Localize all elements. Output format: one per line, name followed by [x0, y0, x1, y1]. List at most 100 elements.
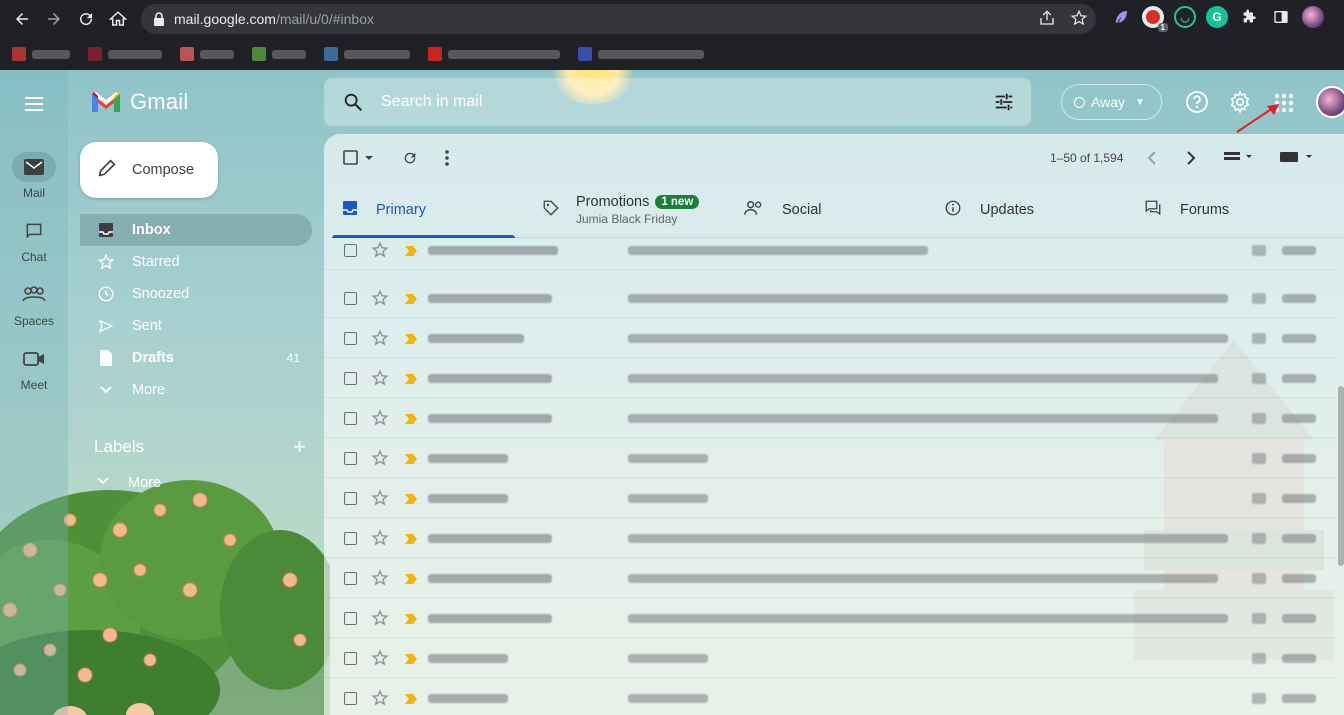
important-marker-icon[interactable]: [404, 492, 418, 510]
row-checkbox[interactable]: [344, 452, 357, 465]
important-marker-icon[interactable]: [404, 412, 418, 430]
chevron-right-icon[interactable]: [1186, 150, 1196, 171]
bookmark-item[interactable]: [428, 47, 560, 61]
star-icon[interactable]: [371, 241, 389, 264]
important-marker-icon[interactable]: [404, 244, 418, 262]
row-checkbox[interactable]: [344, 244, 357, 257]
email-row[interactable]: [324, 230, 1336, 270]
star-icon[interactable]: [371, 529, 389, 552]
email-row[interactable]: [324, 678, 1336, 715]
nav-inbox[interactable]: Inbox: [80, 214, 312, 246]
nav-more[interactable]: More: [80, 374, 312, 406]
profile-avatar-icon[interactable]: [1302, 6, 1324, 28]
nav-drafts[interactable]: Drafts 41: [80, 342, 312, 374]
row-checkbox[interactable]: [344, 372, 357, 385]
important-marker-icon[interactable]: [404, 372, 418, 390]
adblock-extension-icon[interactable]: 1: [1142, 6, 1168, 32]
gmail-logo[interactable]: Gmail: [90, 89, 188, 115]
important-marker-icon[interactable]: [404, 692, 418, 710]
star-icon[interactable]: [371, 649, 389, 672]
rail-chat[interactable]: Chat: [0, 216, 68, 264]
more-vert-icon[interactable]: [444, 150, 450, 171]
star-icon[interactable]: [371, 409, 389, 432]
select-all-checkbox[interactable]: [343, 150, 375, 171]
address-bar[interactable]: mail.google.com/mail/u/0/#inbox: [141, 4, 1096, 34]
bookmark-item[interactable]: [324, 47, 410, 61]
home-icon[interactable]: [102, 3, 134, 35]
add-label-icon[interactable]: +: [293, 434, 306, 460]
scrollbar[interactable]: [1338, 386, 1344, 566]
bookmark-star-icon[interactable]: [1070, 9, 1088, 32]
help-icon[interactable]: [1185, 90, 1209, 119]
account-avatar[interactable]: [1316, 86, 1344, 118]
important-marker-icon[interactable]: [404, 452, 418, 470]
email-row[interactable]: [324, 518, 1336, 558]
row-checkbox[interactable]: [344, 612, 357, 625]
row-checkbox[interactable]: [344, 292, 357, 305]
bookmark-item[interactable]: [12, 47, 70, 61]
puzzle-extensions-icon[interactable]: [1238, 6, 1260, 28]
rail-spaces[interactable]: Spaces: [0, 280, 68, 328]
bookmark-item[interactable]: [578, 47, 704, 61]
bookmark-item[interactable]: [88, 47, 162, 61]
smiley-extension-icon[interactable]: ◡: [1174, 6, 1196, 28]
row-checkbox[interactable]: [344, 572, 357, 585]
email-row[interactable]: [324, 358, 1336, 398]
sidepanel-icon[interactable]: [1270, 6, 1292, 28]
search-input[interactable]: Search in mail: [381, 93, 482, 111]
refresh-icon[interactable]: [402, 150, 418, 171]
feather-extension-icon[interactable]: [1110, 6, 1132, 28]
row-checkbox[interactable]: [344, 492, 357, 505]
email-row[interactable]: [324, 638, 1336, 678]
compose-button[interactable]: Compose: [80, 142, 218, 198]
search-icon[interactable]: [342, 91, 364, 118]
nav-snoozed[interactable]: Snoozed: [80, 278, 312, 310]
important-marker-icon[interactable]: [404, 612, 418, 630]
row-checkbox[interactable]: [344, 692, 357, 705]
share-icon[interactable]: [1038, 9, 1056, 32]
star-icon[interactable]: [371, 369, 389, 392]
star-icon[interactable]: [371, 489, 389, 512]
star-icon[interactable]: [371, 569, 389, 592]
search-options-icon[interactable]: [993, 91, 1015, 118]
email-row[interactable]: [324, 398, 1336, 438]
email-row[interactable]: [324, 438, 1336, 478]
important-marker-icon[interactable]: [404, 332, 418, 350]
important-marker-icon[interactable]: [404, 532, 418, 550]
star-icon[interactable]: [371, 609, 389, 632]
labels-more[interactable]: More: [96, 474, 161, 492]
row-checkbox[interactable]: [344, 652, 357, 665]
important-marker-icon[interactable]: [404, 652, 418, 670]
density-icon[interactable]: [1223, 150, 1253, 169]
row-checkbox[interactable]: [344, 412, 357, 425]
chevron-left-icon[interactable]: [1147, 150, 1157, 171]
tag-icon: [542, 199, 560, 221]
star-icon[interactable]: [371, 329, 389, 352]
email-row[interactable]: [324, 598, 1336, 638]
email-row[interactable]: [324, 558, 1336, 598]
back-icon[interactable]: [6, 3, 38, 35]
bookmark-item[interactable]: [252, 47, 306, 61]
email-row[interactable]: [324, 278, 1336, 318]
row-checkbox[interactable]: [344, 532, 357, 545]
main-menu-icon[interactable]: [22, 92, 46, 121]
grammarly-extension-icon[interactable]: G: [1206, 6, 1228, 28]
email-row[interactable]: [324, 478, 1336, 518]
nav-starred[interactable]: Starred: [80, 246, 312, 278]
keyboard-icon[interactable]: [1279, 150, 1315, 169]
star-icon[interactable]: [371, 289, 389, 312]
status-selector[interactable]: Away ▼: [1061, 84, 1162, 120]
important-marker-icon[interactable]: [404, 572, 418, 590]
star-icon[interactable]: [371, 689, 389, 712]
bookmark-item[interactable]: [180, 47, 234, 61]
rail-mail[interactable]: Mail: [0, 152, 68, 200]
forward-icon[interactable]: [38, 3, 70, 35]
star-icon[interactable]: [371, 449, 389, 472]
nav-sent[interactable]: Sent: [80, 310, 312, 342]
rail-meet[interactable]: Meet: [0, 344, 68, 392]
row-checkbox[interactable]: [344, 332, 357, 345]
email-row[interactable]: [324, 318, 1336, 358]
search-bar[interactable]: Search in mail: [324, 78, 1031, 126]
important-marker-icon[interactable]: [404, 292, 418, 310]
reload-icon[interactable]: [70, 3, 102, 35]
